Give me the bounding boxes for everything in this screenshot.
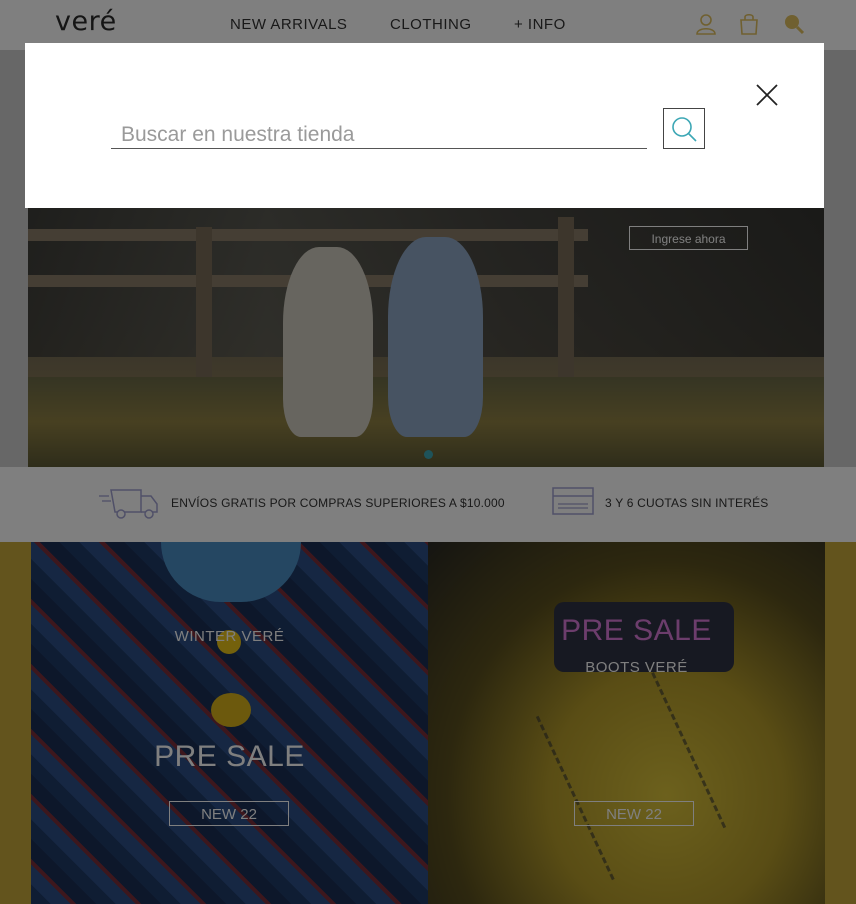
search-input[interactable] (111, 121, 647, 149)
page: veré NEW ARRIVALS CLOTHING + INFO Ingres… (0, 0, 856, 904)
search-modal (25, 43, 824, 208)
search-submit-button[interactable] (663, 108, 705, 149)
search-icon (672, 117, 697, 142)
close-icon[interactable] (753, 81, 781, 109)
